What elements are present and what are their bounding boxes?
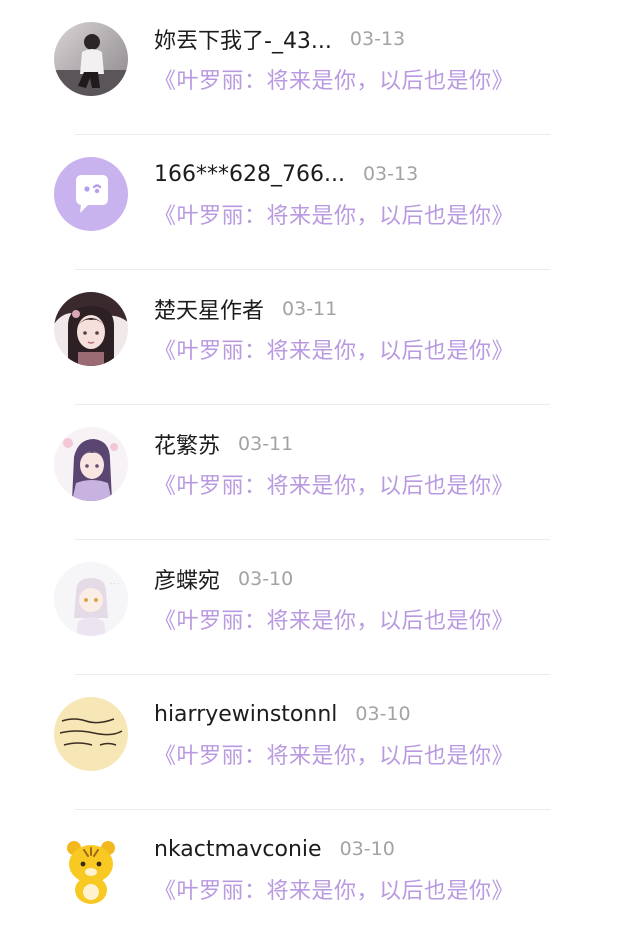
name-row: 彦蝶宛 03-10 bbox=[154, 562, 293, 596]
date: 03-13 bbox=[362, 163, 419, 185]
list-item[interactable]: · · · 彦蝶宛 03-10 《叶罗丽：将来是你，以后也是你》 bbox=[0, 540, 640, 675]
book-title[interactable]: 《叶罗丽：将来是你，以后也是你》 bbox=[154, 333, 514, 365]
username[interactable]: 彦蝶宛 bbox=[154, 563, 220, 595]
name-row: 楚天星作者 03-11 bbox=[154, 292, 337, 326]
date: 03-10 bbox=[355, 703, 411, 725]
book-title[interactable]: 《叶罗丽：将来是你，以后也是你》 bbox=[154, 198, 514, 230]
name-row: 花繁苏 03-11 bbox=[154, 427, 293, 461]
name-row: hiarryewinstonnl 03-10 bbox=[154, 697, 411, 731]
date: 03-11 bbox=[282, 298, 338, 320]
list-item[interactable]: hiarryewinstonnl 03-10 《叶罗丽：将来是你，以后也是你》 bbox=[0, 675, 640, 810]
book-title[interactable]: 《叶罗丽：将来是你，以后也是你》 bbox=[154, 603, 514, 635]
avatar[interactable] bbox=[54, 697, 128, 771]
anime-girl-avatar-icon bbox=[54, 292, 128, 366]
avatar[interactable]: · · · bbox=[54, 562, 128, 636]
list-item[interactable]: 楚天星作者 03-11 《叶罗丽：将来是你，以后也是你》 bbox=[0, 270, 640, 405]
username[interactable]: hiarryewinstonnl bbox=[154, 702, 337, 727]
name-row: 166***628_766... 03-13 bbox=[154, 157, 418, 191]
svg-text:· · ·: · · · bbox=[110, 581, 120, 588]
avatar[interactable] bbox=[54, 22, 128, 96]
date: 03-10 bbox=[339, 838, 395, 860]
avatar[interactable] bbox=[54, 292, 128, 366]
username[interactable]: 楚天星作者 bbox=[154, 293, 264, 325]
avatar[interactable] bbox=[54, 832, 128, 906]
handwriting-avatar-icon bbox=[54, 697, 128, 771]
username[interactable]: 花繁苏 bbox=[154, 428, 220, 460]
follower-list: 妳丟下我了-_43... 03-13 《叶罗丽：将来是你，以后也是你》 166*… bbox=[0, 0, 640, 936]
book-title[interactable]: 《叶罗丽：将来是你，以后也是你》 bbox=[154, 63, 514, 95]
date: 03-11 bbox=[238, 433, 294, 455]
book-title[interactable]: 《叶罗丽：将来是你，以后也是你》 bbox=[154, 468, 514, 500]
photo-person-avatar-icon bbox=[54, 22, 128, 96]
book-title[interactable]: 《叶罗丽：将来是你，以后也是你》 bbox=[154, 738, 514, 770]
anime-girl-purple-avatar-icon bbox=[54, 427, 128, 501]
anime-chibi-avatar-icon: · · · bbox=[54, 562, 128, 636]
name-row: nkactmavconie 03-10 bbox=[154, 832, 395, 866]
name-row: 妳丟下我了-_43... 03-13 bbox=[154, 22, 405, 56]
date: 03-10 bbox=[238, 568, 294, 590]
avatar[interactable] bbox=[54, 157, 128, 231]
date: 03-13 bbox=[349, 28, 406, 50]
username[interactable]: 妳丟下我了-_43... bbox=[154, 23, 332, 55]
book-title[interactable]: 《叶罗丽：将来是你，以后也是你》 bbox=[154, 873, 514, 905]
username[interactable]: 166***628_766... bbox=[154, 162, 345, 187]
list-item[interactable]: nkactmavconie 03-10 《叶罗丽：将来是你，以后也是你》 bbox=[0, 810, 640, 936]
list-item[interactable]: 花繁苏 03-11 《叶罗丽：将来是你，以后也是你》 bbox=[0, 405, 640, 540]
avatar[interactable] bbox=[54, 427, 128, 501]
list-item[interactable]: 妳丟下我了-_43... 03-13 《叶罗丽：将来是你，以后也是你》 bbox=[0, 0, 640, 135]
list-item[interactable]: 166***628_766... 03-13 《叶罗丽：将来是你，以后也是你》 bbox=[0, 135, 640, 270]
tiger-avatar-icon bbox=[54, 832, 128, 906]
username[interactable]: nkactmavconie bbox=[154, 837, 322, 862]
default-chat-avatar-icon bbox=[54, 157, 128, 231]
